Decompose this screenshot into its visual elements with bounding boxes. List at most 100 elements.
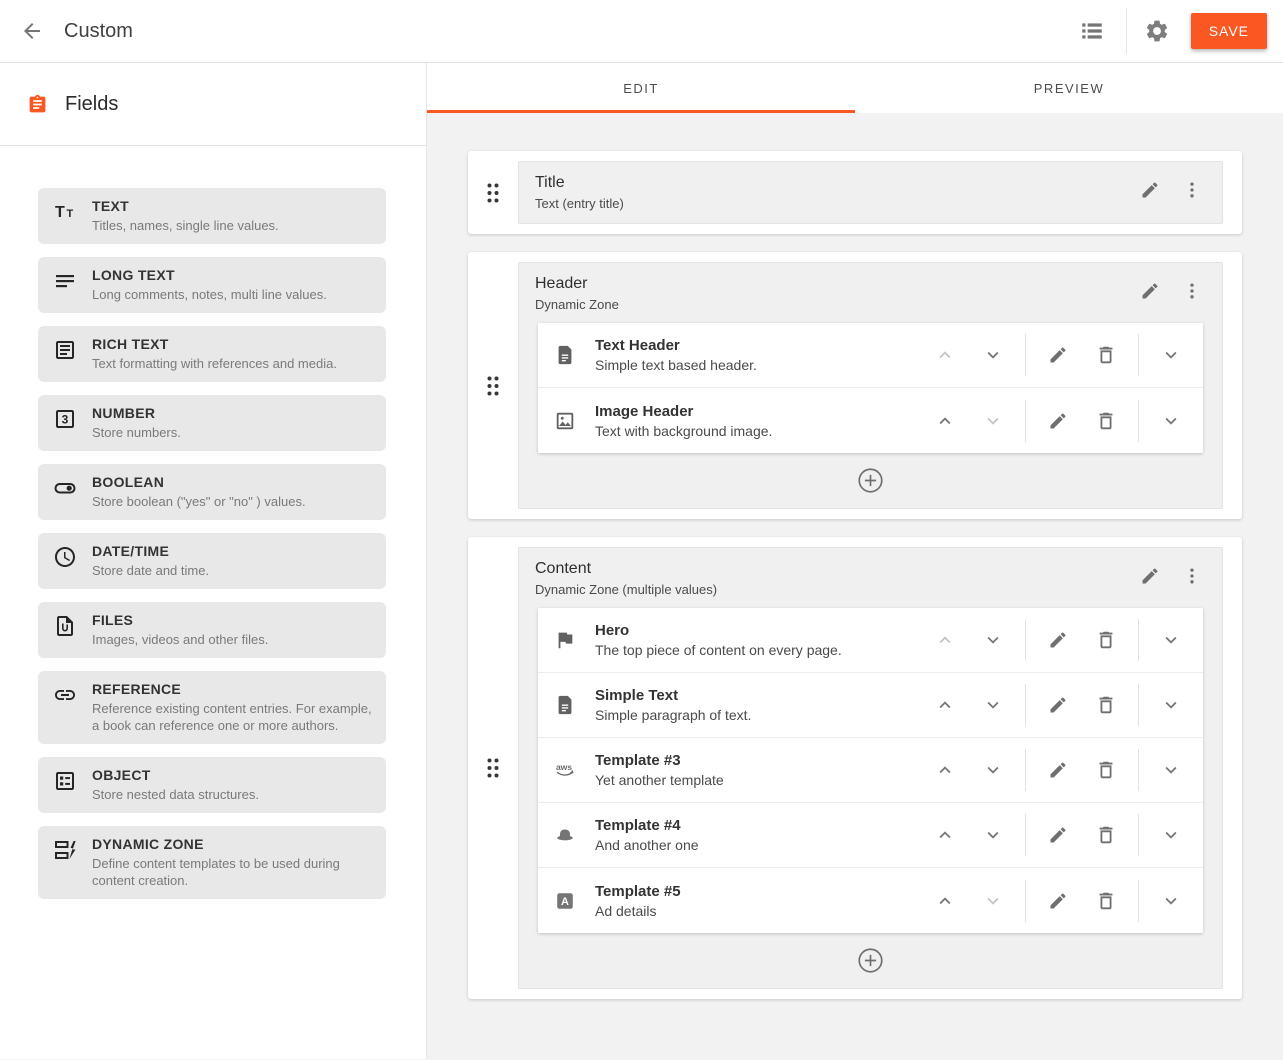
file-text-icon	[553, 693, 577, 717]
field-type-boolean[interactable]: BOOLEAN Store boolean ("yes" or "no" ) v…	[38, 464, 386, 520]
pencil-icon	[1140, 180, 1160, 200]
edit-template-button[interactable]	[1046, 693, 1070, 717]
template-description: And another one	[595, 836, 933, 854]
field-type-number[interactable]: 3 NUMBER Store numbers.	[38, 395, 386, 451]
move-down-button[interactable]	[981, 343, 1005, 367]
chevron-down-icon	[1160, 824, 1182, 846]
trash-icon	[1095, 410, 1117, 432]
field-type-long-text[interactable]: LONG TEXT Long comments, notes, multi li…	[38, 257, 386, 313]
field-menu-button[interactable]	[1178, 562, 1206, 590]
chevron-down-icon	[1160, 694, 1182, 716]
delete-template-button[interactable]	[1094, 758, 1118, 782]
field-type-label: OBJECT	[92, 766, 259, 784]
field-type-label: RICH TEXT	[92, 335, 337, 353]
files-icon	[53, 614, 77, 638]
move-down-button[interactable]	[981, 628, 1005, 652]
edit-template-button[interactable]	[1046, 823, 1070, 847]
expand-template-button[interactable]	[1159, 409, 1183, 433]
chevron-down-icon	[1160, 629, 1182, 651]
delete-template-button[interactable]	[1094, 889, 1118, 913]
template-row: A Template #5 Ad details	[538, 868, 1203, 933]
back-button[interactable]	[12, 11, 52, 51]
field-type-description: Store date and time.	[92, 562, 209, 579]
chevron-down-icon	[1160, 759, 1182, 781]
field-menu-button[interactable]	[1178, 277, 1206, 305]
move-up-button[interactable]	[933, 823, 957, 847]
controls-divider	[1138, 334, 1139, 376]
controls-divider	[1138, 684, 1139, 726]
move-up-button[interactable]	[933, 693, 957, 717]
field-card-content: Content Dynamic Zone (multiple values)	[468, 537, 1242, 999]
field-type-dynamic-zone[interactable]: DYNAMIC ZONE Define content templates to…	[38, 826, 386, 899]
edit-field-button[interactable]	[1136, 562, 1164, 590]
field-type-rich-text[interactable]: RICH TEXT Text formatting with reference…	[38, 326, 386, 382]
save-button[interactable]: SAVE	[1191, 13, 1267, 49]
field-type-label: FILES	[92, 611, 268, 629]
edit-template-button[interactable]	[1046, 628, 1070, 652]
expand-template-button[interactable]	[1159, 823, 1183, 847]
delete-template-button[interactable]	[1094, 823, 1118, 847]
settings-button[interactable]	[1137, 11, 1177, 51]
expand-template-button[interactable]	[1159, 343, 1183, 367]
field-type-text[interactable]: TT TEXT Titles, names, single line value…	[38, 188, 386, 244]
expand-template-button[interactable]	[1159, 889, 1183, 913]
drag-handle-icon[interactable]	[481, 371, 505, 401]
expand-template-button[interactable]	[1159, 758, 1183, 782]
trash-icon	[1095, 890, 1117, 912]
edit-template-button[interactable]	[1046, 343, 1070, 367]
edit-field-button[interactable]	[1136, 277, 1164, 305]
dynamic-zone-templates: Text Header Simple text based header.	[535, 323, 1206, 497]
aws-icon: aws	[553, 758, 577, 782]
field-type-description: Images, videos and other files.	[92, 631, 268, 648]
sidebar-title: Fields	[65, 93, 118, 116]
move-down-button[interactable]	[981, 693, 1005, 717]
controls-divider	[1025, 684, 1026, 726]
move-down-button	[981, 889, 1005, 913]
template-row: Image Header Text with background image.	[538, 388, 1203, 453]
drag-handle-icon[interactable]	[481, 753, 505, 783]
tab-edit[interactable]: EDIT	[427, 63, 855, 113]
image-icon	[553, 409, 577, 433]
field-menu-button[interactable]	[1178, 176, 1206, 204]
move-up-button[interactable]	[933, 758, 957, 782]
controls-divider	[1025, 880, 1026, 922]
tab-preview[interactable]: PREVIEW	[855, 63, 1283, 113]
add-template-button[interactable]	[857, 466, 885, 494]
delete-template-button[interactable]	[1094, 693, 1118, 717]
move-up-button[interactable]	[933, 409, 957, 433]
add-template-button[interactable]	[857, 946, 885, 974]
delete-template-button[interactable]	[1094, 409, 1118, 433]
delete-template-button[interactable]	[1094, 628, 1118, 652]
field-type-files[interactable]: FILES Images, videos and other files.	[38, 602, 386, 658]
move-down-button[interactable]	[981, 758, 1005, 782]
trash-icon	[1095, 824, 1117, 846]
template-row: Simple Text Simple paragraph of text.	[538, 673, 1203, 738]
delete-template-button[interactable]	[1094, 343, 1118, 367]
edit-template-button[interactable]	[1046, 889, 1070, 913]
drag-handle-icon[interactable]	[481, 178, 505, 208]
main-area: EDIT PREVIEW Title Text (entry title)	[427, 63, 1283, 1059]
pencil-icon	[1048, 411, 1068, 431]
field-type-description: Define content templates to be used duri…	[92, 855, 372, 889]
controls-divider	[1025, 619, 1026, 661]
field-type-datetime[interactable]: DATE/TIME Store date and time.	[38, 533, 386, 589]
field-type-description: Reference existing content entries. For …	[92, 700, 372, 734]
field-type-description: Text formatting with references and medi…	[92, 355, 337, 372]
expand-template-button[interactable]	[1159, 693, 1183, 717]
edit-template-button[interactable]	[1046, 409, 1070, 433]
svg-text:T: T	[55, 204, 65, 221]
field-type-reference[interactable]: REFERENCE Reference existing content ent…	[38, 671, 386, 744]
field-type-description: Store numbers.	[92, 424, 181, 441]
chevron-down-icon	[1160, 890, 1182, 912]
move-up-button[interactable]	[933, 889, 957, 913]
expand-template-button[interactable]	[1159, 628, 1183, 652]
pencil-icon	[1048, 891, 1068, 911]
edit-field-button[interactable]	[1136, 176, 1164, 204]
controls-divider	[1138, 400, 1139, 442]
field-type-object[interactable]: OBJECT Store nested data structures.	[38, 757, 386, 813]
edit-template-button[interactable]	[1046, 758, 1070, 782]
clipboard-icon	[27, 93, 48, 116]
pencil-icon	[1048, 825, 1068, 845]
index-list-button[interactable]	[1072, 11, 1112, 51]
move-down-button[interactable]	[981, 823, 1005, 847]
